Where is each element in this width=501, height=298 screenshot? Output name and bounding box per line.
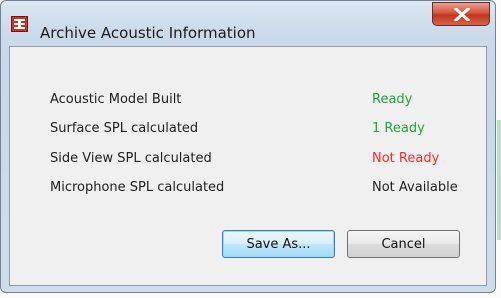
dialog-content: Acoustic Model Built Ready Surface SPL c…	[9, 46, 487, 286]
window-title: Archive Acoustic Information	[40, 24, 256, 42]
close-icon	[454, 8, 470, 21]
row-status: Not Available	[372, 180, 458, 195]
row-status: Ready	[372, 92, 413, 107]
title-bar[interactable]: Archive Acoustic Information	[1, 1, 495, 42]
status-row: Side View SPL calculated Not Ready	[50, 151, 480, 169]
archive-app-icon	[11, 16, 28, 32]
row-label: Side View SPL calculated	[50, 151, 212, 166]
save-as-button[interactable]: Save As...	[222, 230, 335, 258]
status-row: Acoustic Model Built Ready	[50, 92, 480, 110]
status-row: Surface SPL calculated 1 Ready	[50, 121, 480, 139]
row-label: Surface SPL calculated	[50, 121, 199, 136]
row-label: Acoustic Model Built	[50, 92, 182, 107]
status-row: Microphone SPL calculated Not Available	[50, 180, 480, 198]
dialog-window: Archive Acoustic Information Acoustic Mo…	[0, 0, 496, 293]
row-label: Microphone SPL calculated	[50, 180, 225, 195]
background-strip	[497, 120, 501, 240]
row-status: 1 Ready	[372, 121, 425, 136]
cancel-button[interactable]: Cancel	[347, 230, 460, 258]
desktop: Archive Acoustic Information Acoustic Mo…	[0, 0, 501, 298]
close-button[interactable]	[432, 2, 490, 26]
row-status: Not Ready	[372, 151, 440, 166]
